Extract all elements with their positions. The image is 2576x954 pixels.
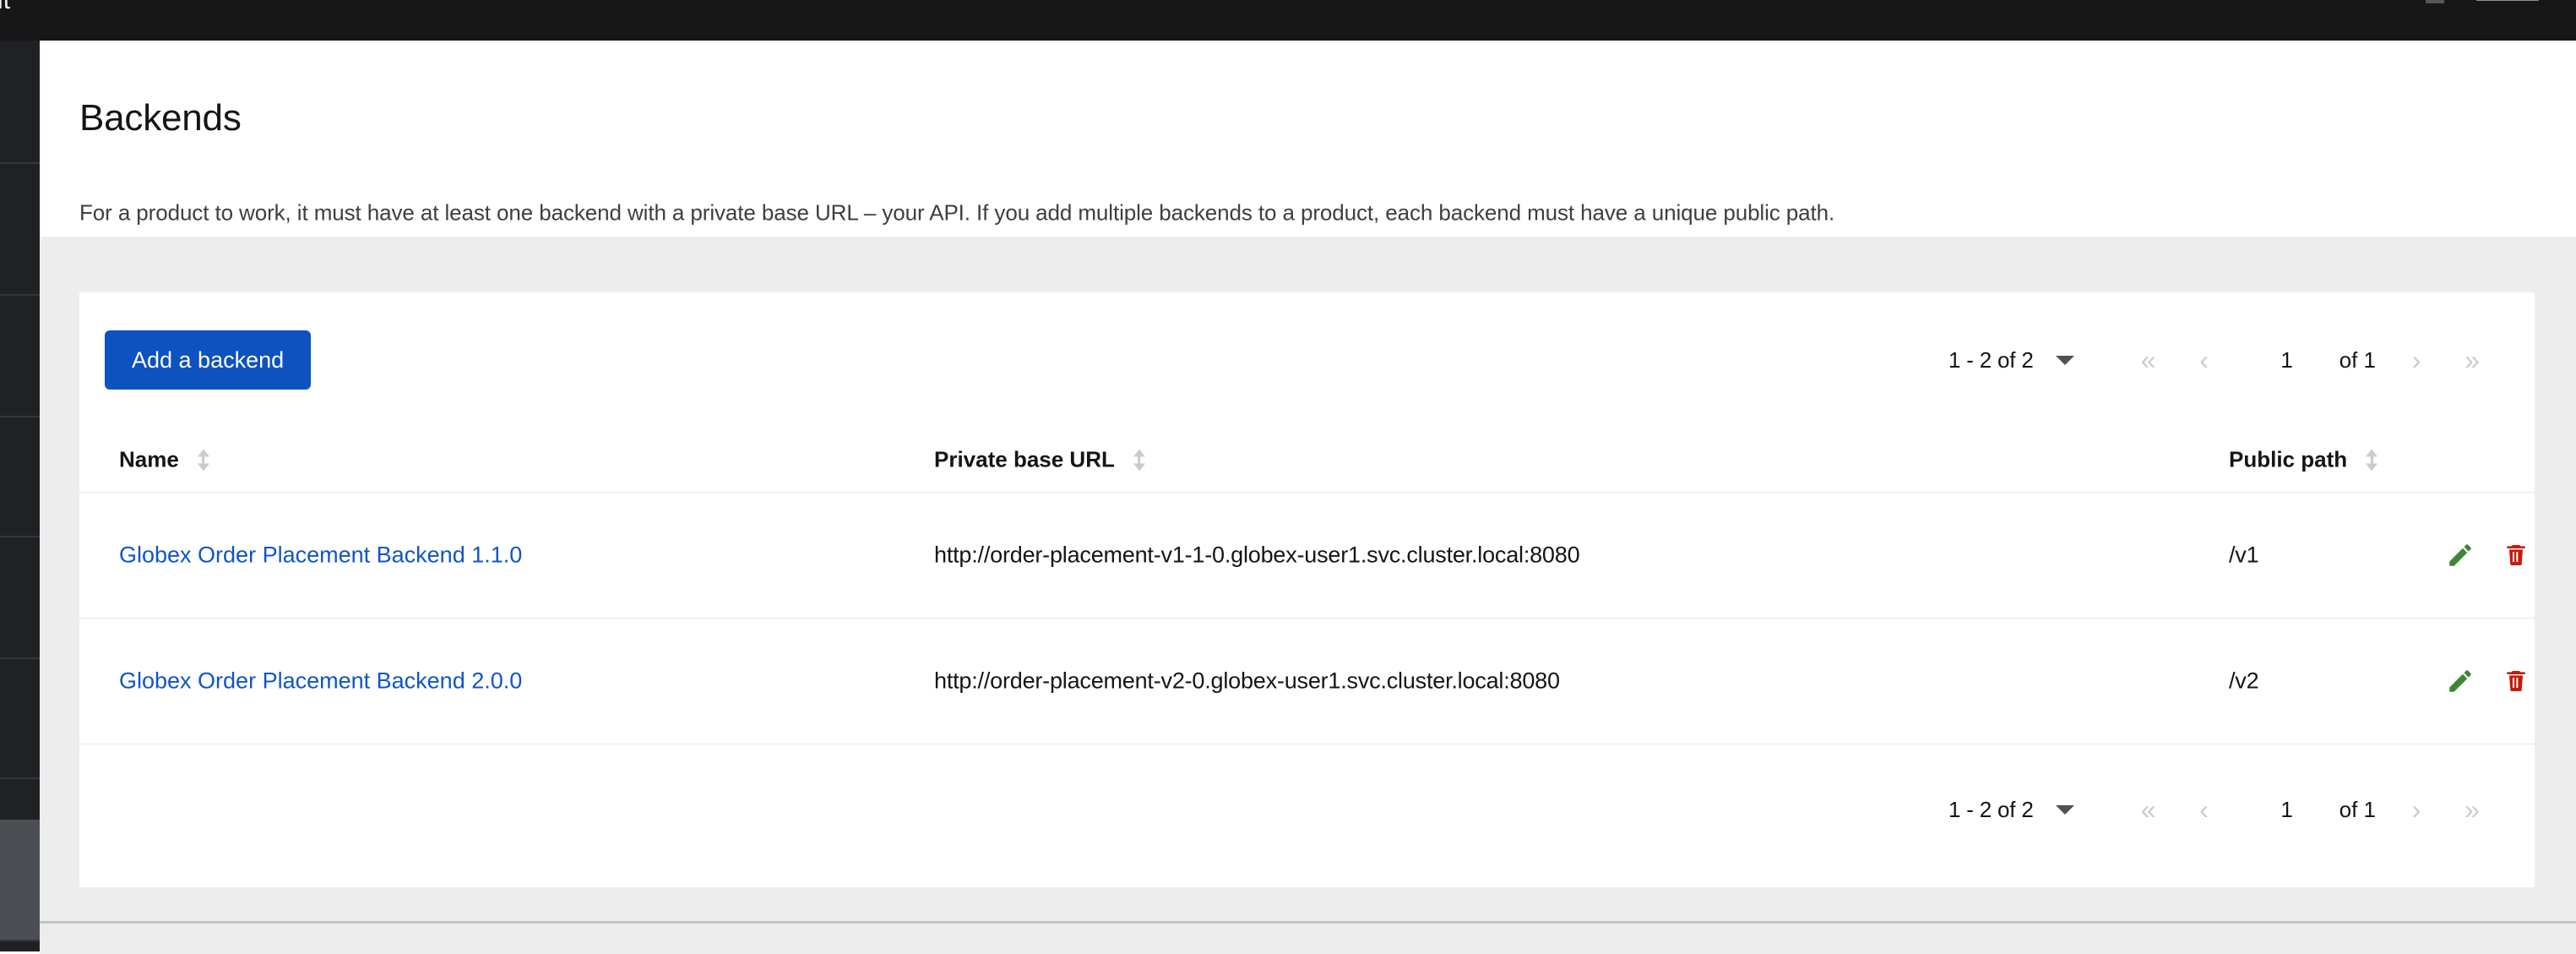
total-pages-label: of 1 [2339, 796, 2376, 822]
pagination-range-label: 1 - 2 of 2 [1948, 796, 2034, 822]
trash-icon[interactable] [2496, 661, 2536, 701]
trash-icon[interactable] [2496, 535, 2536, 575]
sidebar-divider [0, 294, 40, 296]
table-row: Globex Order Placement Backend 1.1.0 htt… [79, 492, 2535, 618]
column-header-name-label: Name [119, 446, 179, 472]
pencil-icon[interactable] [2440, 661, 2481, 701]
next-page-button[interactable]: › [2394, 788, 2438, 831]
window-titlebar: ent [0, 0, 2576, 41]
row-actions [2440, 535, 2536, 575]
page-body: Add a backend 1 - 2 of 2 « ‹ 1 of 1 › » [40, 237, 2576, 921]
table-footer-row: 1 - 2 of 2 « ‹ 1 of 1 › » [79, 744, 2535, 875]
window-minimize-icon[interactable] [2426, 0, 2444, 3]
sort-icon[interactable] [1133, 449, 1145, 471]
first-page-button[interactable]: « [2127, 338, 2171, 382]
chevron-down-icon[interactable] [2054, 349, 2076, 371]
table-row: Globex Order Placement Backend 2.0.0 htt… [79, 618, 2535, 744]
column-header-name[interactable]: Name [119, 447, 209, 473]
last-page-button[interactable]: » [2450, 788, 2494, 831]
pencil-icon[interactable] [2440, 535, 2481, 575]
add-backend-button[interactable]: Add a backend [105, 330, 312, 390]
column-header-private-base-url[interactable]: Private base URL [934, 447, 1145, 473]
backend-public-path: /v2 [2229, 668, 2259, 694]
sort-icon[interactable] [2366, 449, 2378, 471]
previous-page-button[interactable]: ‹ [2182, 338, 2226, 382]
main-content: Backends For a product to work, it must … [40, 41, 2576, 954]
backend-public-path: /v1 [2229, 542, 2259, 568]
backend-private-base-url: http://order-placement-v2-0.globex-user1… [934, 668, 1560, 694]
pagination-range-label: 1 - 2 of 2 [1948, 346, 2034, 373]
page-title: Backends [79, 97, 242, 139]
page-bottom-strip [40, 921, 2576, 954]
page-header: Backends For a product to work, it must … [40, 41, 2576, 237]
sidebar-divider [0, 940, 40, 941]
table-header-row: Name Private base URL Public path [79, 428, 2535, 492]
sidebar-divider [0, 416, 40, 417]
next-page-button[interactable]: › [2394, 338, 2438, 382]
table-toolbar: Add a backend 1 - 2 of 2 « ‹ 1 of 1 › » [79, 292, 2535, 428]
sidebar-divider [0, 657, 40, 659]
backend-name-link[interactable]: Globex Order Placement Backend 2.0.0 [119, 668, 522, 695]
app-window: ent Backends For a product to work, it m… [0, 0, 2576, 954]
column-header-private-base-url-label: Private base URL [934, 446, 1115, 472]
backends-table: Name Private base URL Public path Globex… [79, 428, 2535, 875]
last-page-button[interactable]: » [2450, 338, 2494, 382]
column-header-public-path[interactable]: Public path [2229, 447, 2378, 473]
sidebar-divider [0, 777, 40, 779]
total-pages-label: of 1 [2339, 346, 2376, 373]
backends-card: Add a backend 1 - 2 of 2 « ‹ 1 of 1 › » [79, 292, 2535, 887]
column-header-public-path-label: Public path [2229, 446, 2348, 472]
sidebar-rail[interactable] [0, 41, 40, 951]
backend-name-link[interactable]: Globex Order Placement Backend 1.1.0 [119, 542, 522, 569]
backend-private-base-url: http://order-placement-v1-1-0.globex-use… [934, 542, 1580, 568]
pagination-bottom: 1 - 2 of 2 « ‹ 1 of 1 › » [1948, 784, 2494, 835]
first-page-button[interactable]: « [2127, 788, 2171, 831]
sidebar-divider [0, 162, 40, 164]
sort-icon[interactable] [197, 449, 209, 471]
current-page-number[interactable]: 1 [2264, 347, 2311, 373]
current-page-number[interactable]: 1 [2264, 797, 2311, 823]
row-actions [2440, 661, 2536, 701]
window-maximize-icon[interactable] [2476, 0, 2539, 1]
sidebar-divider [0, 536, 40, 537]
previous-page-button[interactable]: ‹ [2182, 788, 2226, 831]
window-title: ent [0, 0, 11, 14]
sidebar-item-active[interactable] [0, 820, 40, 940]
chevron-down-icon[interactable] [2054, 799, 2076, 820]
page-description: For a product to work, it must have at l… [79, 199, 1835, 226]
pagination-top: 1 - 2 of 2 « ‹ 1 of 1 › » [1948, 335, 2494, 385]
